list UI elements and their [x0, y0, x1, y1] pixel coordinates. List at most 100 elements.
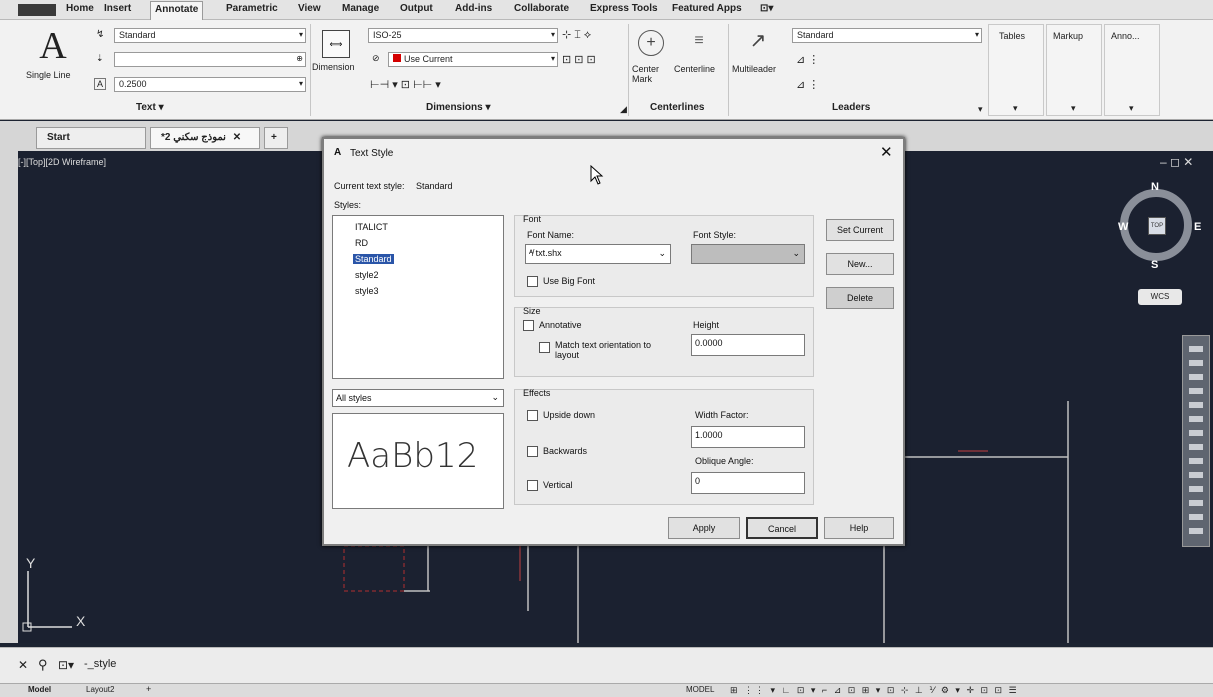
viewcube-top-face[interactable]: TOP — [1148, 217, 1166, 235]
find-text-input[interactable]: ⊕ — [114, 52, 306, 67]
tab-featured-apps[interactable]: Featured Apps — [672, 3, 742, 14]
list-item-selected[interactable]: Standard — [353, 254, 394, 264]
drawing-tab-label: *نموذج سكني 2 — [161, 132, 226, 143]
text-height-combo[interactable]: 0.2500 ▾ — [114, 77, 306, 92]
add-layout-icon[interactable]: + — [146, 684, 151, 694]
centerline-button[interactable]: ≡ Centerline — [674, 26, 726, 94]
dimensions-panel-title[interactable]: Dimensions ▾ — [426, 102, 491, 113]
markup-panel[interactable]: Markup ▾ — [1046, 24, 1102, 116]
leaders-expand-icon[interactable]: ▾ — [978, 104, 983, 115]
status-toggle-icons[interactable]: ⊞ ⋮⋮ ▾ ∟ ⊡ ▾ ⌐ ⊿ ⊡ ⊞ ▾ ⊡ ⊹ ⊥ ⅟ ⚙ ▾ ✛ ⊡ ⊡… — [730, 685, 1019, 696]
dim-break-icon[interactable]: ⊡ ⊡ ⊡ — [562, 53, 596, 66]
add-leader-icon[interactable]: ⊿ ⋮ — [796, 53, 819, 66]
multileader-button[interactable]: ↗ Multileader — [730, 26, 784, 94]
mouse-cursor-icon — [590, 165, 604, 185]
tab-home[interactable]: Home — [66, 3, 94, 14]
tab-insert[interactable]: Insert — [104, 3, 131, 14]
list-item[interactable]: style2 — [353, 270, 381, 280]
cancel-button[interactable]: Cancel — [746, 517, 818, 539]
layer-color-swatch — [393, 54, 401, 62]
tab-parametric[interactable]: Parametric — [226, 3, 278, 14]
font-name-select[interactable]: ᴬ̸ txt.shx ⌄ — [525, 244, 671, 264]
nav-bar-icons — [1189, 346, 1203, 536]
style-preview: AaBb12 — [332, 413, 504, 509]
font-style-select[interactable]: ⌄ — [691, 244, 805, 264]
use-big-font-checkbox[interactable] — [527, 276, 538, 287]
command-input[interactable]: -_style — [84, 658, 116, 670]
tab-manage[interactable]: Manage — [342, 3, 379, 14]
new-tab-button[interactable]: + — [264, 127, 288, 149]
dim-tools-icon[interactable]: ⊹ ⌶ ⟡ — [562, 28, 591, 42]
more-tabs-icon[interactable]: ⊡▾ — [760, 3, 773, 14]
text-panel-title[interactable]: Text ▾ — [136, 102, 164, 113]
drawing-tab[interactable]: *نموذج سكني 2 ✕ — [150, 127, 260, 149]
text-a-icon: A — [39, 25, 67, 67]
tables-panel[interactable]: Tables ▾ — [988, 24, 1044, 116]
annotation-label: Anno... — [1111, 31, 1140, 41]
vertical-checkbox[interactable] — [527, 480, 538, 491]
customize-icon[interactable]: ⚲ — [38, 657, 48, 673]
viewcube[interactable]: TOP — [1120, 189, 1192, 261]
set-current-button[interactable]: Set Current — [826, 219, 894, 241]
text-style-combo[interactable]: Standard ▾ — [114, 28, 306, 43]
viewport-controls-label[interactable]: [-][Top][2D Wireframe] — [18, 157, 106, 167]
list-item[interactable]: ITALICT — [353, 222, 390, 232]
annotation-scaling-panel[interactable]: Anno... ▾ — [1104, 24, 1160, 116]
start-tab-label: Start — [47, 132, 70, 143]
app-menu-icon[interactable] — [18, 4, 56, 16]
upside-down-checkbox[interactable] — [527, 410, 538, 421]
tab-express-tools[interactable]: Express Tools — [590, 3, 658, 14]
model-space-toggle[interactable]: MODEL — [686, 685, 714, 694]
oblique-angle-input[interactable]: 0 — [691, 472, 805, 494]
list-item[interactable]: RD — [353, 238, 370, 248]
chevron-down-icon: ⌄ — [491, 392, 499, 402]
tab-addins[interactable]: Add-ins — [455, 3, 492, 14]
match-orientation-checkbox[interactable] — [539, 342, 550, 353]
multileader-icon: ↗ — [749, 30, 767, 52]
help-button[interactable]: Help — [824, 517, 894, 539]
dialog-close-icon[interactable]: ✕ — [880, 143, 893, 161]
tab-collaborate[interactable]: Collaborate — [514, 3, 569, 14]
dim-continue-icon[interactable]: ⊢⊣ ▾ ⊡ ⊢⊢ ▾ — [370, 78, 441, 91]
dimension-label: Dimension — [312, 62, 355, 72]
dim-layer-combo[interactable]: Use Current ▾ — [388, 52, 558, 67]
backwards-label: Backwards — [543, 446, 588, 456]
close-icon[interactable]: ✕ — [233, 132, 241, 143]
start-tab[interactable]: Start — [36, 127, 146, 149]
compass-s: S — [1151, 259, 1159, 271]
styles-filter-select[interactable]: All styles ⌄ — [332, 389, 504, 407]
single-line-label: Single Line — [26, 70, 71, 80]
wcs-menu[interactable]: WCS — [1138, 289, 1182, 305]
dimstyle-combo[interactable]: ISO-25 ▾ — [368, 28, 558, 43]
layout-tab-model[interactable]: Model — [28, 685, 51, 694]
center-mark-button[interactable]: + Center Mark — [630, 26, 672, 94]
tab-view[interactable]: View — [298, 3, 321, 14]
effects-group-label: Effects — [523, 388, 551, 398]
size-group: Size Annotative Match text orientation t… — [514, 306, 814, 377]
close-icon[interactable]: ✕ — [18, 658, 28, 672]
list-item[interactable]: style3 — [353, 286, 381, 296]
styles-list[interactable]: ITALICT RD Standard style2 style3 — [332, 215, 504, 379]
backwards-checkbox[interactable] — [527, 446, 538, 457]
height-input[interactable]: 0.0000 — [691, 334, 805, 356]
dim-expand-icon[interactable]: ◢ — [620, 104, 627, 115]
new-style-button[interactable]: New... — [826, 253, 894, 275]
tables-label: Tables — [999, 31, 1026, 41]
delete-style-button[interactable]: Delete — [826, 287, 894, 309]
annotative-checkbox[interactable] — [523, 320, 534, 331]
upside-down-label: Upside down — [543, 410, 596, 420]
tab-output[interactable]: Output — [400, 3, 433, 14]
mleader-style-combo[interactable]: Standard ▾ — [792, 28, 982, 43]
tab-annotate[interactable]: Annotate — [150, 1, 204, 21]
layout-tab-layout2[interactable]: Layout2 — [86, 685, 114, 694]
width-factor-input[interactable]: 1.0000 — [691, 426, 805, 448]
text-single-line-button[interactable]: A Single Line — [22, 26, 84, 88]
viewport-window-controls[interactable]: – ◻ ✕ — [1160, 155, 1193, 169]
apply-button[interactable]: Apply — [668, 517, 740, 539]
dimension-button[interactable]: ⟺ Dimension — [312, 26, 364, 88]
leaders-panel-title: Leaders — [832, 102, 871, 113]
current-style-label: Current text style: — [334, 181, 405, 191]
drawing-red-rect — [343, 545, 405, 592]
remove-leader-icon[interactable]: ⊿ ⋮ — [796, 78, 819, 91]
navigation-bar[interactable] — [1182, 335, 1210, 547]
